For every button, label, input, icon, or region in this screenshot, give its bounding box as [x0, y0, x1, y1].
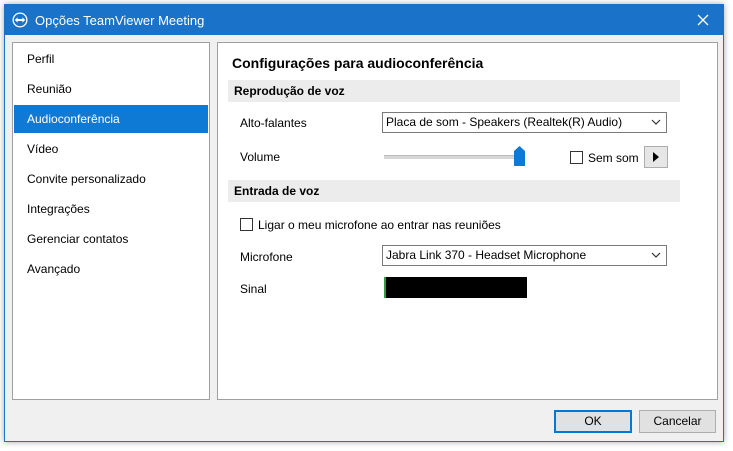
mute-label: Sem som: [588, 151, 639, 165]
chevron-down-icon: [651, 252, 661, 258]
speakers-label: Alto-falantes: [240, 116, 307, 130]
sidebar-item-reuniao[interactable]: Reunião: [14, 75, 208, 103]
sidebar-item-audioconferencia[interactable]: Audioconferência: [14, 105, 208, 133]
microphone-dropdown[interactable]: Jabra Link 370 - Headset Microphone: [382, 245, 667, 266]
speakers-value: Placa de som - Speakers (Realtek(R) Audi…: [386, 115, 623, 129]
microphone-value: Jabra Link 370 - Headset Microphone: [386, 248, 587, 262]
signal-label: Sinal: [240, 282, 267, 296]
sidebar-item-convite-personalizado[interactable]: Convite personalizado: [14, 165, 208, 193]
settings-panel: Configurações para audioconferência Repr…: [217, 42, 718, 400]
voice-input-header: Entrada de voz: [228, 180, 680, 202]
volume-label: Volume: [240, 150, 281, 164]
close-icon: [697, 14, 709, 26]
options-window: Opções TeamViewer Meeting Perfil Reunião…: [4, 4, 724, 442]
sidebar-item-perfil[interactable]: Perfil: [14, 45, 208, 73]
auto-mic-checkbox[interactable]: [240, 218, 253, 231]
page-title: Configurações para audioconferência: [232, 55, 484, 71]
sidebar-item-avancado[interactable]: Avançado: [14, 255, 208, 283]
sidebar-item-gerenciar-contatos[interactable]: Gerenciar contatos: [14, 225, 208, 253]
chevron-down-icon: [651, 119, 661, 125]
sidebar: Perfil Reunião Audioconferência Vídeo Co…: [12, 42, 210, 400]
sidebar-item-integracoes[interactable]: Integrações: [14, 195, 208, 223]
sidebar-item-video[interactable]: Vídeo: [14, 135, 208, 163]
close-button[interactable]: [683, 5, 723, 35]
volume-slider-thumb[interactable]: [514, 146, 525, 166]
volume-slider[interactable]: [384, 155, 519, 159]
speakers-dropdown[interactable]: Placa de som - Speakers (Realtek(R) Audi…: [382, 112, 667, 133]
teamviewer-icon: [12, 12, 28, 28]
ok-button[interactable]: OK: [554, 410, 632, 433]
play-test-button[interactable]: [644, 146, 668, 168]
window-title: Opções TeamViewer Meeting: [35, 13, 205, 28]
voice-playback-header: Reprodução de voz: [228, 80, 680, 102]
cancel-button[interactable]: Cancelar: [639, 410, 716, 433]
mute-checkbox[interactable]: [570, 151, 583, 164]
microphone-label: Microfone: [240, 250, 293, 264]
title-bar: Opções TeamViewer Meeting: [5, 5, 723, 35]
signal-meter: [384, 277, 527, 298]
auto-mic-label: Ligar o meu microfone ao entrar nas reun…: [258, 218, 501, 232]
play-icon: [653, 152, 659, 162]
